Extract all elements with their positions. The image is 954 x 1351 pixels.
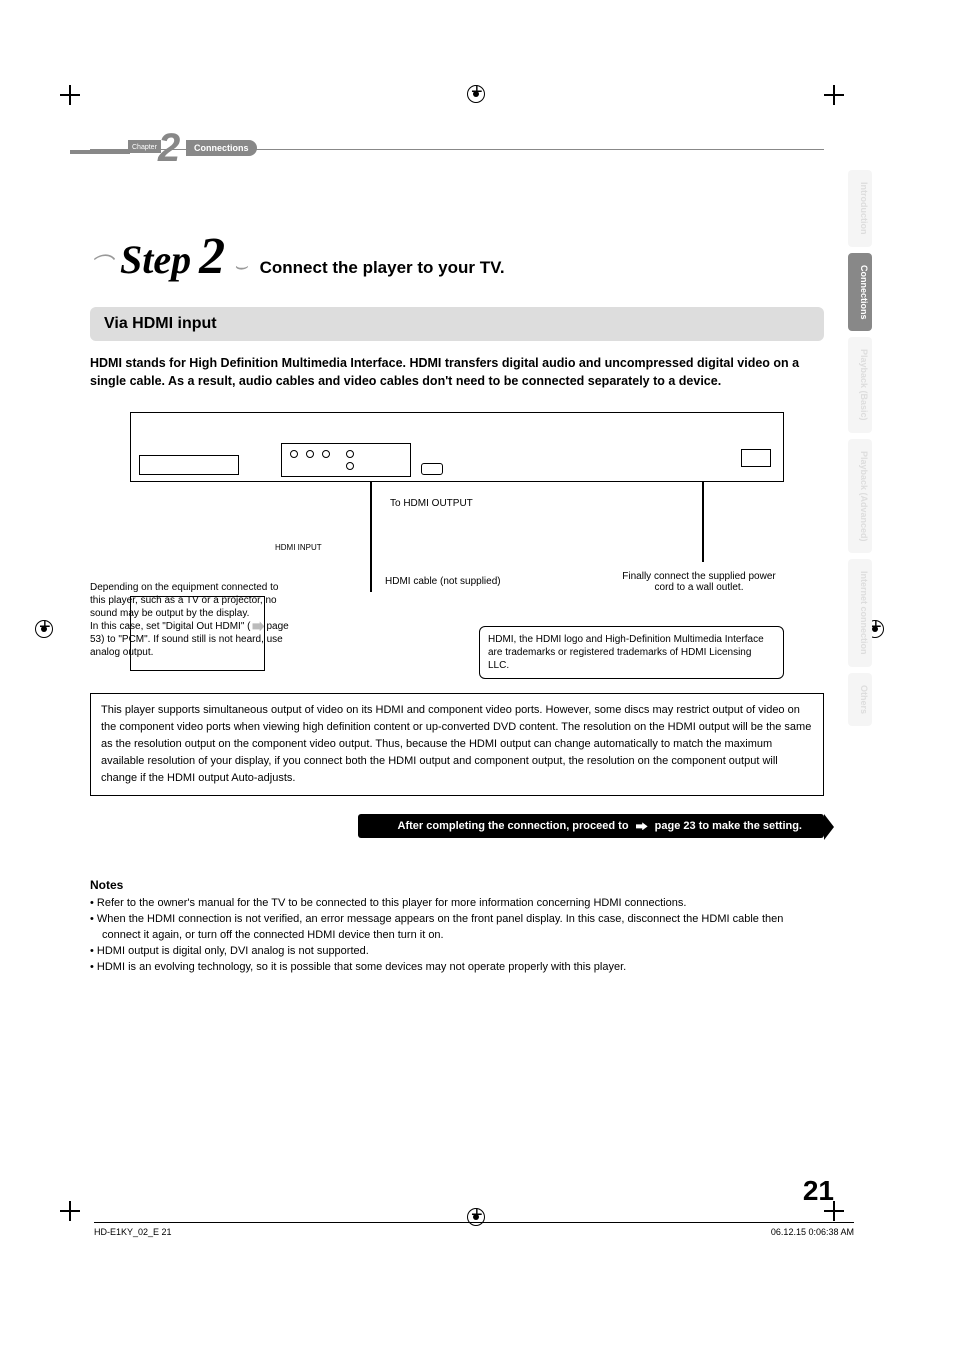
tv-hdmi-input-label: HDMI INPUT (275, 543, 322, 552)
step-number: 2 (199, 236, 225, 278)
hdmi-output-port-icon (421, 463, 443, 475)
panel-component (281, 443, 411, 477)
side-tabs: Introduction Connections Playback (Basic… (848, 170, 872, 726)
intro-paragraph: HDMI stands for High Definition Multimed… (90, 355, 824, 390)
note-item: HDMI is an evolving technology, so it is… (90, 960, 824, 976)
jack-icon (322, 450, 330, 458)
proceed-before: After completing the connection, proceed… (398, 820, 629, 832)
side-tab-introduction: Introduction (848, 170, 872, 247)
registration-mark-left (35, 620, 53, 638)
proceed-arrow-icon (636, 822, 648, 830)
side-tab-playback-basic: Playback (Basic) (848, 337, 872, 433)
hdmi-cable-label: HDMI cable (not supplied) (385, 576, 501, 587)
notes-list: Refer to the owner's manual for the TV t… (90, 896, 824, 976)
support-note-box: This player supports simultaneous output… (90, 693, 824, 796)
note-item: HDMI output is digital only, DVI analog … (90, 944, 824, 960)
step-curve-icon: ⌒ (90, 248, 112, 280)
jack-icon (290, 450, 298, 458)
side-tab-others: Others (848, 673, 872, 726)
cropmark-tr (824, 85, 844, 105)
power-cord-line (702, 482, 704, 562)
player-rear-panel (130, 412, 784, 482)
side-tab-connections: Connections (848, 253, 872, 332)
left-note-part2: In this case, set "Digital Out HDMI" ( (90, 621, 250, 632)
chapter-number: 2 (158, 126, 180, 171)
side-tab-internet: Internet connection (848, 559, 872, 667)
notes-heading: Notes (90, 878, 824, 892)
jack-icon (346, 450, 354, 458)
page-ref-arrow-icon (252, 621, 264, 631)
note-item: When the HDMI connection is not verified… (90, 912, 824, 944)
cropmark-tl (60, 85, 80, 105)
note-item: Refer to the owner's manual for the TV t… (90, 896, 824, 912)
step-curve-icon-2: ⌣ (233, 253, 247, 279)
proceed-after: page 23 to make the setting. (655, 820, 802, 832)
registration-mark-top (467, 85, 485, 103)
footer-left: HD-E1KY_02_E 21 (94, 1227, 172, 1237)
diagram-left-note: Depending on the equipment connected to … (90, 581, 290, 659)
power-cord-label: Finally connect the supplied power cord … (614, 571, 784, 593)
chapter-tag: Chapter 2 Connections (90, 138, 824, 166)
hdmi-output-label: To HDMI OUTPUT (390, 498, 473, 509)
cropmark-bl (60, 1201, 80, 1221)
jack-icon (346, 462, 354, 470)
section-bar-via-hdmi: Via HDMI input (90, 307, 824, 341)
chapter-accent-line (70, 150, 130, 154)
connection-diagram: To HDMI OUTPUT HDMI cable (not supplied)… (90, 406, 824, 679)
chapter-word: Chapter (128, 140, 161, 153)
page-content: Chapter 2 Connections Introduction Conne… (90, 130, 824, 1201)
panel-lan-audio (139, 455, 239, 475)
jack-icon (306, 450, 314, 458)
hdmi-cable-line (370, 482, 372, 592)
ac-inlet-icon (741, 449, 771, 467)
left-note-part1: Depending on the equipment connected to … (90, 582, 278, 619)
step-heading: ⌒ Step 2 ⌣ Connect the player to your TV… (90, 236, 824, 283)
side-tab-playback-advanced: Playback (Advanced) (848, 439, 872, 554)
chapter-label: Connections (186, 140, 257, 156)
footer: HD-E1KY_02_E 21 06.12.15 0:06:38 AM (94, 1222, 854, 1237)
page-number: 21 (803, 1175, 834, 1207)
step-word: Step (120, 236, 191, 283)
proceed-bar: After completing the connection, proceed… (358, 814, 824, 838)
step-title: Connect the player to your TV. (260, 258, 505, 278)
footer-right: 06.12.15 0:06:38 AM (771, 1227, 854, 1237)
hdmi-trademark-box: HDMI, the HDMI logo and High-Definition … (479, 626, 784, 679)
